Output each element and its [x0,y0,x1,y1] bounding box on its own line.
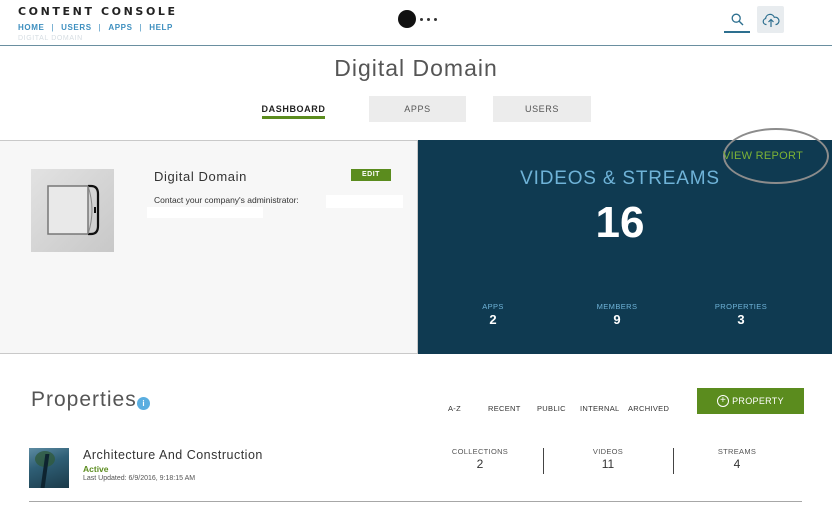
videos-stat: VIDEOS 11 [563,447,653,471]
app-brand: CONTENT CONSOLE [18,5,178,18]
page-title: Digital Domain [334,55,498,81]
tab-dashboard[interactable]: DASHBOARD [262,96,325,122]
property-last-updated: Last Updated: 6/9/2016, 9:18:15 AM [83,475,196,482]
streams-label: STREAMS [717,447,757,456]
property-name[interactable]: Architecture And Construction [83,448,263,462]
company-name: Digital Domain [154,169,247,184]
add-property-button[interactable]: + PROPERTY [697,388,804,414]
info-icon[interactable]: i [137,397,150,410]
nav-apps-link[interactable]: APPS [108,23,132,32]
collections-value: 2 [476,457,484,471]
nav-separator: | [98,23,102,32]
filter-archived[interactable]: ARCHIVED [628,404,669,413]
videos-streams-count: 16 [595,198,645,247]
nav-users-link[interactable]: USERS [61,23,92,32]
breadcrumb: DIGITAL DOMAIN [18,35,83,42]
videos-streams-label: VIDEOS & STREAMS [520,168,720,189]
filter-a-z[interactable]: A-Z [448,404,461,413]
upload-button[interactable] [757,6,784,33]
top-header: CONTENT CONSOLE HOME | USERS | APPS | HE… [0,0,832,46]
search-icon [731,13,743,26]
properties-title: Properties [31,388,137,411]
property-list-item[interactable]: Architecture And Construction Active Las… [29,440,802,502]
apps-stat: APPS 2 [453,302,533,327]
properties-stat-value: 3 [737,312,745,327]
property-status: Active [83,464,109,474]
nav-separator: | [51,23,55,32]
plus-circle-icon: + [717,395,730,407]
redacted-field [326,195,403,208]
top-nav: HOME | USERS | APPS | HELP [18,23,173,32]
tab-users[interactable]: USERS [493,96,591,122]
company-logo [31,169,114,252]
streams-stat: STREAMS 4 [692,447,782,471]
streams-value: 4 [733,457,741,471]
videos-label: VIDEOS [592,447,624,456]
search-button[interactable] [724,8,750,33]
nav-help-link[interactable]: HELP [149,23,173,32]
cloud-upload-icon [762,13,780,27]
filter-recent[interactable]: RECENT [488,404,521,413]
properties-stat-label: PROPERTIES [714,302,768,311]
property-thumbnail [29,448,69,488]
videos-value: 11 [601,457,615,471]
tab-apps[interactable]: APPS [369,96,466,122]
edit-company-button[interactable]: EDIT [351,169,391,181]
company-panel: Digital Domain EDIT Contact your company… [0,140,418,354]
filter-internal[interactable]: INTERNAL [580,404,620,413]
company-logo-icon [47,184,100,236]
redacted-field [147,207,263,218]
divider [543,448,544,474]
apps-stat-label: APPS [482,302,504,311]
collections-label: COLLECTIONS [451,447,509,456]
members-stat: MEMBERS 9 [577,302,657,327]
collections-stat: COLLECTIONS 2 [435,447,525,471]
apps-stat-value: 2 [489,312,497,327]
nav-separator: | [139,23,143,32]
properties-stat: PROPERTIES 3 [701,302,781,327]
nav-home-link[interactable]: HOME [18,23,44,32]
filter-public[interactable]: PUBLIC [537,404,566,413]
members-stat-label: MEMBERS [596,302,638,311]
stats-panel: VIEW REPORT VIDEOS & STREAMS 16 APPS 2 M… [418,128,832,354]
members-stat-value: 9 [613,312,621,327]
contact-admin-text: Contact your company's administrator: [154,195,299,205]
brand-logo-icon [398,10,437,28]
divider [673,448,674,474]
add-property-label: PROPERTY [732,396,784,406]
view-report-link[interactable]: VIEW REPORT [723,150,803,162]
